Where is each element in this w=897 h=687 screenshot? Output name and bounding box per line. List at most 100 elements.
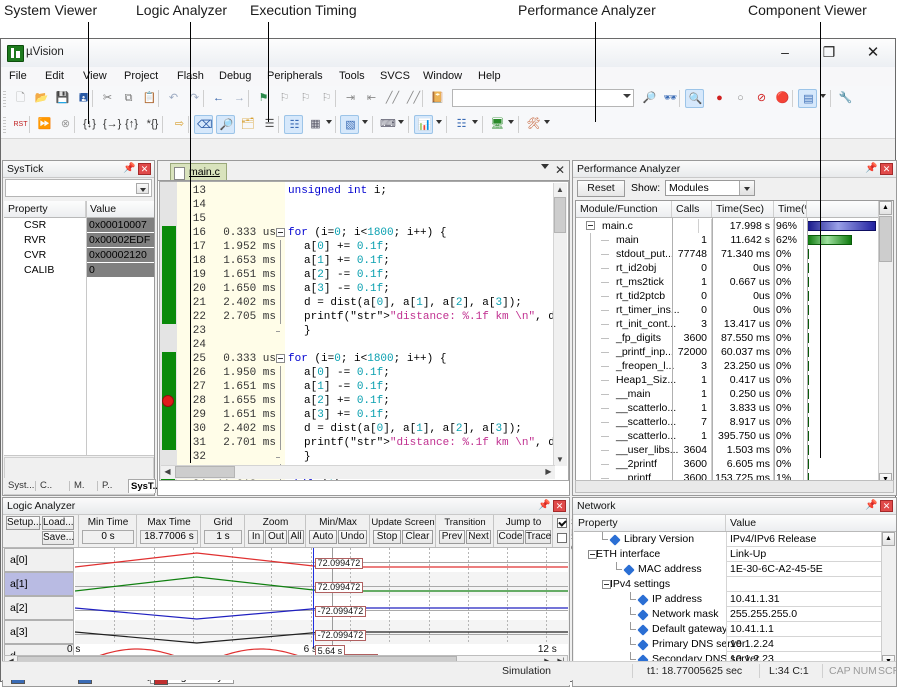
indent-icon[interactable]: ⇥ [341,89,360,108]
watch-windows-icon[interactable]: ▦ [306,115,325,134]
table-row[interactable]: stdout_put...7774871.340 ms0% [576,247,879,261]
table-row[interactable]: Default gateway10.41.1.1 [574,622,882,637]
property-value[interactable]: 0x00002EDF [86,233,154,248]
pin-icon[interactable]: 📌 [865,163,876,175]
scrollbar-thumb[interactable] [175,466,235,478]
trace-windows-icon[interactable]: ☷ [452,115,471,134]
scroll-up-icon[interactable]: ▲ [882,532,895,546]
memory-windows-icon[interactable]: ▧ [340,115,359,134]
run-to-cursor-icon[interactable]: *{} [143,115,162,134]
systick-filter-combo[interactable] [5,179,152,197]
close-icon[interactable]: ✕ [555,163,565,178]
save-icon[interactable]: 💾 [53,89,72,108]
table-row[interactable]: Primary DNS server10.1.2.24 [574,637,882,652]
menu-item-window[interactable]: Window [423,70,462,82]
table-row[interactable]: rt_init_cont...313.417 us0% [576,317,879,331]
outdent-icon[interactable]: ⇤ [362,89,381,108]
binoculars-icon[interactable]: 🕶 [661,89,680,108]
table-row[interactable]: MAC address1E-30-6C-A2-45-5E [574,562,882,577]
copy-icon[interactable]: ⧉ [119,89,138,108]
forward-icon[interactable]: → [230,89,249,108]
table-row[interactable]: rt_timer_ins...00us0% [576,303,879,317]
signal-label-a[0][interactable]: a[0] [4,548,74,572]
toolbox-icon[interactable]: 🛠 [524,115,543,134]
jump-to-trace-button[interactable]: Trace [525,530,551,544]
load-button[interactable]: Load... [42,516,74,530]
table-row[interactable]: _fp_digits360087.550 ms0% [576,331,879,345]
table-row[interactable]: CSR0x00010007 [4,218,154,233]
scroll-up-icon[interactable]: ▲ [554,183,566,196]
save-button[interactable]: Save... [42,531,74,545]
serial-windows-icon[interactable]: ⌨ [378,115,397,134]
cut-icon[interactable]: ✂ [98,89,117,108]
table-row[interactable]: rt_tid2ptcb00us0% [576,289,879,303]
symbols-window-icon[interactable]: 🗂 [238,115,257,134]
reset-button[interactable]: Reset [577,180,625,197]
minimize-button[interactable]: – [763,39,807,65]
scrollbar-thumb[interactable] [879,216,892,262]
chevron-down-icon[interactable] [436,120,442,124]
disable-all-breakpoints-icon[interactable]: 🔴 [773,89,792,108]
chevron-down-icon[interactable] [136,183,149,194]
reset-cpu-icon[interactable]: RST [11,115,30,134]
breakpoint-icon[interactable] [162,395,174,407]
find-in-files-icon[interactable]: 🔎 [640,89,659,108]
call-stack-window-icon[interactable]: ☷ [284,115,303,134]
system-viewer-tab-2[interactable]: M. [72,479,98,493]
step-icon[interactable]: {↓} [80,115,99,134]
chevron-down-icon[interactable] [623,94,631,98]
system-viewer-tab-3[interactable]: P.. [100,479,126,493]
new-file-icon[interactable]: 🗋 [11,89,30,108]
disassembly-window-icon[interactable]: 🔎 [216,115,235,134]
chevron-down-icon[interactable] [544,120,550,124]
run-icon[interactable]: ⏩ [35,115,54,134]
property-value[interactable]: 0 [86,263,154,278]
insert-breakpoint-icon[interactable]: ● [710,89,729,108]
cursor-blue[interactable] [313,548,314,648]
scroll-right-icon[interactable]: ▶ [542,466,555,478]
table-row[interactable]: Heap1_Siz...10.417 us0% [576,373,879,387]
chevron-down-icon[interactable] [739,181,754,195]
table-row[interactable]: __scatterlo...78.917 us0% [576,415,879,429]
close-icon[interactable]: ✕ [880,500,893,512]
chevron-down-icon[interactable] [362,120,368,124]
minmax-undo-button[interactable]: Undo [338,530,367,544]
step-out-icon[interactable]: {↑} [122,115,141,134]
pin-icon[interactable]: 📌 [538,500,549,512]
editor-horizontal-scrollbar[interactable]: ◀ ▶ [161,465,555,479]
update-clear-button[interactable]: Clear [402,530,433,544]
signal-label-a[2][interactable]: a[2] [4,596,74,620]
grid-field[interactable]: 1 s [204,530,242,544]
network-table[interactable]: Library VersionIPv4/IPv6 ReleaseETH inte… [574,532,896,669]
pin-icon[interactable]: 📌 [865,500,876,512]
menu-item-project[interactable]: Project [124,70,158,82]
fold-collapse-icon[interactable] [276,228,285,237]
open-folder-icon[interactable]: 📂 [32,89,51,108]
scroll-left-icon[interactable]: ◀ [161,466,174,478]
paste-icon[interactable]: 📋 [140,89,159,108]
scrollbar-thumb[interactable] [554,197,566,233]
table-row[interactable]: __scatterlo...1395.750 us0% [576,429,879,443]
analysis-windows-icon[interactable]: 📊 [414,115,433,134]
configure-tools-icon[interactable]: 🔧 [836,89,855,108]
table-row[interactable]: Network mask255.255.255.0 [574,607,882,622]
system-viewer-tab-0[interactable]: Syst... [6,479,36,493]
scroll-down-icon[interactable]: ▼ [554,453,566,466]
minmax-auto-button[interactable]: Auto [309,530,337,544]
bookmark-prev-icon[interactable]: ⚐ [275,89,294,108]
table-row[interactable]: __main10.250 us0% [576,387,879,401]
system-viewer-tab-1[interactable]: C.. [38,479,68,493]
table-row[interactable]: ETH interfaceLink-Up [574,547,882,562]
table-row[interactable]: main.c17.998 s96% [576,219,879,233]
close-icon[interactable]: ✕ [138,163,151,175]
menu-item-svcs[interactable]: SVCS [380,70,410,82]
signal-label-a[1][interactable]: a[1] [4,572,74,596]
editor-tab-main-c[interactable]: main.c [170,163,227,180]
menu-item-view[interactable]: View [83,70,107,82]
transition-next-button[interactable]: Next [466,530,491,544]
table-row[interactable]: IPv4 settings [574,577,882,592]
min-time-field[interactable]: 0 s [82,530,134,544]
chevron-down-icon[interactable] [541,164,549,169]
editor-text-area[interactable]: 13unsigned int i;1415160.333 usfor (i=0;… [159,181,569,481]
toolbar-search-input[interactable] [452,89,634,107]
